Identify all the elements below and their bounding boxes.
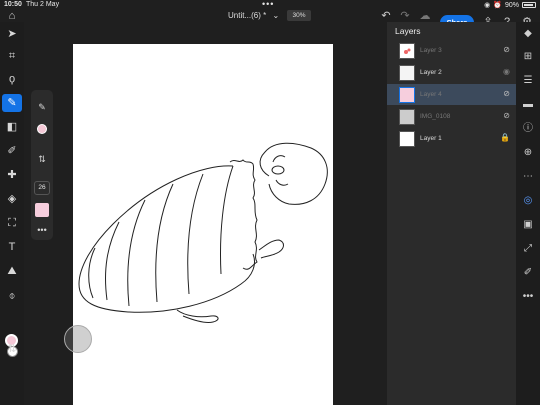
layer-row-img-0108[interactable]: IMG_0108 ⊘ [387,106,516,127]
status-time: 10:50 [4,1,22,8]
layer-thumbnail [399,87,415,103]
adjustments-sliders-icon[interactable]: ☰ [519,72,537,90]
eyedropper-icon[interactable]: ⌽ [2,287,22,305]
eye-hidden-icon[interactable]: ⊘ [503,45,510,54]
layer-name: Layer 2 [420,69,442,76]
eraser-tool-icon[interactable]: ◧ [2,118,22,136]
eye-icon[interactable]: ◉ [503,67,510,76]
eye-hidden-icon[interactable]: ⊘ [503,89,510,98]
comments-icon[interactable]: ▬ [519,96,537,114]
healing-tool-icon[interactable]: ✚ [2,166,22,184]
more-dots-icon[interactable]: ••• [519,288,537,306]
type-tool-icon[interactable]: T [2,238,22,256]
layers-panel: Layers Layer 3 ⊘ Layer 2 ◉ Layer 4 ⊘ IMG… [387,22,516,405]
chevron-down-icon[interactable]: ⌄ [272,11,279,20]
place-image-icon[interactable]: ⛰ [2,262,22,280]
layer-row-layer-2[interactable]: Layer 2 ◉ [387,62,516,83]
layer-name: Layer 4 [420,91,442,98]
clone-stamp-icon[interactable]: ✐ [2,142,22,160]
brush-color-swatch[interactable] [35,203,49,217]
cloud-icon[interactable]: ☁ [418,9,432,23]
layers-stack-icon[interactable]: ◆ [519,25,537,43]
layer-thumbnail [399,43,415,59]
app-window: 10:50 Thu 2 May ••• ◉ ⏰ 90% ⌂ Untit...(6… [0,0,540,405]
layer-row-layer-3[interactable]: Layer 3 ⊘ [387,40,516,61]
move-tool-icon[interactable]: ➤ [2,25,22,43]
more-options-icon[interactable]: ••• [34,225,50,235]
status-date: Thu 2 May [26,1,60,8]
info-icon[interactable]: ⓘ [519,120,537,138]
swap-brush-icon[interactable]: ⇅ [34,154,50,165]
layer-name: IMG_0108 [420,113,451,120]
color-picker-icon[interactable] [34,124,50,136]
layer-row-layer-4[interactable]: Layer 4 ⊘ [387,84,516,105]
visibility-toggle-icon[interactable]: ◎ [519,192,537,210]
transform-tool-icon[interactable]: ⌗ [2,47,22,65]
brush-tool-icon[interactable]: ✎ [2,94,22,112]
add-icon[interactable]: ⊕ [519,144,537,162]
lock-icon[interactable]: 🔒 [500,133,510,142]
home-icon[interactable]: ⌂ [5,9,19,23]
brush-cursor [64,325,92,353]
mask-icon[interactable]: ▣ [519,216,537,234]
sketch-drawing [78,142,328,323]
brush-size-field[interactable]: 26 [34,181,50,195]
left-toolbar: ➤ ⌗ ϙ ✎ ◧ ✐ ✚ ◈ ⛶ T ⛰ ⌽ ⇅ [0,22,24,405]
layer-thumbnail [399,65,415,81]
lasso-tool-icon[interactable]: ϙ [2,70,22,88]
swap-colors-icon[interactable]: ⇅ [2,340,22,358]
layer-3-thumb-art [404,48,411,54]
layer-name: Layer 1 [420,135,442,142]
layer-thumbnail [399,109,415,125]
eye-hidden-icon[interactable]: ⊘ [503,111,510,120]
zoom-level[interactable]: 30% [287,10,311,21]
document-canvas[interactable] [73,44,333,405]
layer-row-layer-1[interactable]: Layer 1 🔒 [387,128,516,149]
brush-settings-icon[interactable]: ✎ [34,102,50,113]
redo-icon[interactable]: ↷ [398,9,412,23]
document-title[interactable]: Untit...(6) * ⌄ [228,11,279,20]
layer-name: Layer 3 [420,47,442,54]
refine-edge-icon[interactable]: ✐ [519,264,537,282]
brush-options-flyout: ✎ ⇅ 26 ••• [31,90,53,240]
add-layer-icon[interactable]: ⊞ [519,48,537,66]
right-properties-rail: ◆ ⊞ ☰ ▬ ⓘ ⊕ ⋯ ◎ ▣ ⤢ ✐ ••• [516,22,540,405]
layers-panel-title: Layers [395,26,421,36]
more-options-icon[interactable]: ⋯ [519,168,537,186]
fill-bucket-icon[interactable]: ◈ [2,190,22,208]
crop-tool-icon[interactable]: ⛶ [2,214,22,232]
clipping-mask-icon[interactable]: ⤢ [519,240,537,258]
layer-thumbnail [399,131,415,147]
undo-icon[interactable]: ↶ [379,9,393,23]
canvas-area[interactable] [24,22,386,405]
